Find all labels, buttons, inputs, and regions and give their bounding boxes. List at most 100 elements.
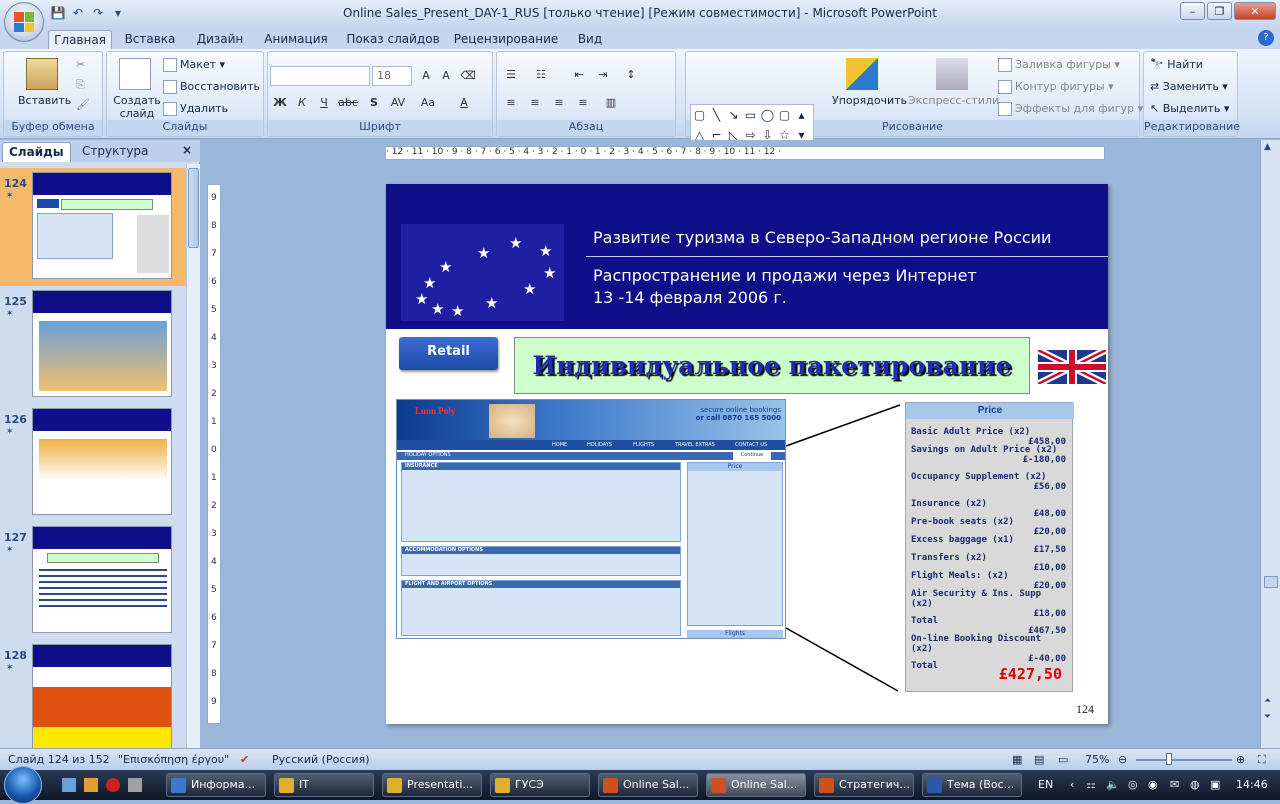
layout-button[interactable]: Макет ▾ [163,58,225,72]
app-icon[interactable] [128,778,142,792]
copy-icon[interactable]: ⎘ [76,78,85,92]
underline-icon[interactable]: Ч [314,94,334,112]
network-icon[interactable]: ⚏ [1086,778,1096,791]
thumbnail-slide[interactable]: 128 ✶ [0,640,186,748]
zoom-slider[interactable] [1136,759,1232,761]
increase-indent-icon[interactable]: ⇥ [593,66,613,84]
language-bar[interactable]: EN [1038,778,1053,791]
taskbar-button[interactable]: IT [274,773,374,797]
tray-app-icon[interactable]: ◍ [1190,778,1200,791]
format-painter-icon[interactable]: 🖌 [76,98,90,111]
spacing-icon[interactable]: AV [388,94,408,112]
show-desktop-icon[interactable] [62,778,76,792]
scroll-up-icon[interactable]: ▲ [1264,142,1271,152]
numbering-icon[interactable]: ☷ [531,66,551,84]
align-right-icon[interactable]: ≡ [549,94,569,112]
quick-styles-button[interactable]: Экспресс-стили [908,94,999,107]
shape-fill-button[interactable]: Заливка фигуры ▾ [998,58,1120,72]
thumbnail-slide[interactable]: 124 ✶ [0,168,186,286]
normal-view-icon[interactable]: ▦ [1012,753,1022,766]
thumbnail-slide[interactable]: 126 ✶ [0,404,186,522]
scrollbar-thumb[interactable] [188,168,199,248]
cut-icon[interactable]: ✂ [76,58,85,71]
zoom-level[interactable]: 75% [1085,753,1109,766]
volume-icon[interactable]: 🔈 [1106,778,1120,791]
language-indicator[interactable]: Русский (Россия) [272,753,370,766]
new-slide-icon[interactable] [119,58,151,90]
strikethrough-icon[interactable]: abc [338,94,358,112]
taskbar-button[interactable]: Тема (Вос... [922,773,1022,797]
close-button[interactable]: ✕ [1234,2,1276,20]
slide-canvas[interactable]: ★ ★ ★ ★ ★ ★ ★ ★ ★ ★ ★ Развитие туризма в… [386,184,1108,724]
case-icon[interactable]: Aa [418,94,438,112]
select-button[interactable]: ↖ Выделить ▾ [1150,102,1229,115]
justify-icon[interactable]: ≡ [573,94,593,112]
slideshow-view-icon[interactable]: ▭ [1058,753,1068,766]
bold-icon[interactable]: Ж [270,94,290,112]
taskbar-button[interactable]: Online Sal... [598,773,698,797]
taskbar-button[interactable]: ГУСЭ [490,773,590,797]
replace-button[interactable]: ⇄ Заменить ▾ [1150,80,1228,93]
mail-icon[interactable]: ✉ [1170,778,1179,791]
opera-icon[interactable] [106,778,120,792]
help-icon[interactable]: ? [1258,30,1274,46]
editor-scrollbar[interactable]: ▲ ⏶ ⏷ [1260,140,1280,748]
clock[interactable]: 14:46 [1236,778,1268,791]
tab-view[interactable]: Вид [570,30,610,49]
shadow-icon[interactable]: S [364,94,384,112]
grow-font-icon[interactable]: A [416,67,436,85]
shape-effects-button[interactable]: Эффекты для фигур ▾ [998,102,1143,116]
paste-icon[interactable] [26,58,58,90]
clear-format-icon[interactable]: ⌫ [458,67,478,85]
tray-expand-icon[interactable]: ‹ [1070,778,1074,791]
thumbnail-slide[interactable]: 127 ✶ [0,522,186,640]
zoom-slider-thumb[interactable] [1166,753,1172,765]
tab-slides[interactable]: Слайды [2,142,71,162]
delete-button[interactable]: Удалить [163,102,228,116]
taskbar-button[interactable]: Информа... [166,773,266,797]
arrange-button[interactable]: Упорядочить [832,94,907,107]
find-button[interactable]: 🔭 Найти [1150,58,1203,71]
tray-app-icon[interactable]: ▣ [1210,778,1220,791]
quick-styles-icon[interactable] [936,58,968,90]
pane-scrollbar[interactable] [186,164,200,748]
tray-app-icon[interactable]: ◎ [1128,778,1138,791]
arrange-icon[interactable] [846,58,878,90]
align-left-icon[interactable]: ≡ [501,94,521,112]
tab-review[interactable]: Рецензирование [450,30,562,49]
reset-button[interactable]: Восстановить [163,80,260,94]
font-name-combo[interactable] [270,66,370,86]
new-slide-button[interactable]: Создать слайд [113,94,161,120]
shrink-font-icon[interactable]: A [436,67,456,85]
tab-design[interactable]: Дизайн [190,30,250,49]
prev-slide-icon[interactable]: ⏶ [1264,696,1271,706]
scrollbar-thumb[interactable] [1264,576,1278,588]
decrease-indent-icon[interactable]: ⇤ [569,66,589,84]
sorter-view-icon[interactable]: ▤ [1034,753,1044,766]
align-center-icon[interactable]: ≡ [525,94,545,112]
taskbar-button-active[interactable]: Online Sal... [706,773,806,797]
line-spacing-icon[interactable]: ↕ [621,66,641,84]
italic-icon[interactable]: К [292,94,312,112]
spellcheck-icon[interactable]: ✔ [240,753,249,766]
tab-outline[interactable]: Структура [76,142,154,162]
maximize-button[interactable]: ❐ [1207,2,1232,20]
paste-button[interactable]: Вставить [18,94,71,107]
font-size-combo[interactable]: 18 [372,66,412,86]
tray-app-icon[interactable]: ◉ [1148,778,1158,791]
tab-slideshow[interactable]: Показ слайдов [344,30,442,49]
next-slide-icon[interactable]: ⏷ [1264,712,1271,722]
pane-close-icon[interactable]: × [182,143,192,157]
zoom-out-icon[interactable]: ⊖ [1118,753,1127,766]
tab-home[interactable]: Главная [48,30,112,49]
tab-insert[interactable]: Вставка [118,30,182,49]
thumbnail-slide[interactable]: 125 ✶ [0,286,186,404]
office-button[interactable] [4,2,44,42]
taskbar-button[interactable]: Presentati... [382,773,482,797]
bullets-icon[interactable]: ☰ [501,66,521,84]
taskbar-button[interactable]: Стратегич... [814,773,914,797]
shape-outline-button[interactable]: Контур фигуры ▾ [998,80,1114,94]
font-color-icon[interactable]: A [454,94,474,112]
explorer-icon[interactable] [84,778,98,792]
zoom-in-icon[interactable]: ⊕ [1236,753,1245,766]
